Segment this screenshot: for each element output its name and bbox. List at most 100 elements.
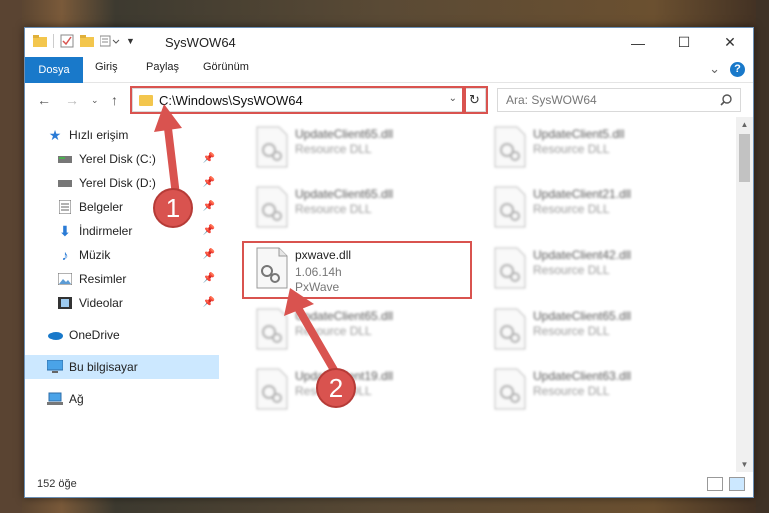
sidebar-item-this-pc[interactable]: Bu bilgisayar	[25, 355, 219, 379]
drive-icon	[57, 151, 73, 167]
search-placeholder: Ara: SysWOW64	[506, 93, 597, 107]
pin-icon[interactable]: 📌	[203, 273, 215, 284]
tab-view[interactable]: Görünüm	[203, 61, 249, 73]
sidebar-item-videos[interactable]: Videolar 📌	[25, 291, 219, 315]
vertical-scrollbar[interactable]: ▲ ▼	[736, 117, 753, 472]
large-icons-view-icon[interactable]	[729, 477, 745, 491]
file-name: UpdateClient65.dll	[295, 127, 394, 141]
item-count: 152 öğe	[37, 478, 77, 490]
pin-icon[interactable]: 📌	[203, 297, 215, 308]
file-description: Resource DLL	[533, 384, 610, 398]
sidebar-item-label: İndirmeler	[79, 224, 133, 238]
background-tree	[0, 0, 22, 513]
up-arrow-icon[interactable]: ↑	[111, 92, 118, 108]
title-bar: ▼ SysWOW64 — ☐ ✕	[25, 28, 753, 57]
ribbon-right: ⌄ ?	[709, 61, 745, 77]
dll-file-icon	[494, 308, 526, 350]
sidebar-item-music[interactable]: ♪ Müzik 📌	[25, 243, 219, 267]
dll-file-icon	[494, 368, 526, 410]
dll-file-icon	[256, 126, 288, 168]
file-item[interactable]: UpdateClient21.dll Resource DLL	[487, 182, 717, 234]
window-title: SysWOW64	[165, 35, 236, 50]
file-description: Resource DLL	[533, 202, 610, 216]
file-name: UpdateClient65.dll	[533, 309, 632, 323]
sidebar-item-label: Resimler	[79, 272, 127, 286]
sidebar-item-label: Ağ	[69, 392, 84, 406]
tab-share[interactable]: Paylaş	[146, 61, 179, 73]
scroll-thumb[interactable]	[739, 134, 750, 182]
documents-icon	[57, 199, 73, 215]
explorer-window: ▼ SysWOW64 — ☐ ✕ Dosya Giriş Paylaş Görü…	[24, 27, 754, 498]
scroll-up-icon[interactable]: ▲	[736, 117, 753, 132]
file-name: UpdateClient63.dll	[533, 369, 632, 383]
details-view-icon[interactable]	[707, 477, 723, 491]
quick-access-toolbar: ▼	[33, 34, 135, 48]
tab-file[interactable]: Dosya	[25, 57, 83, 83]
close-button[interactable]: ✕	[707, 28, 753, 57]
file-item[interactable]: UpdateClient65.dll Resource DLL	[487, 304, 717, 356]
file-description: Resource DLL	[533, 142, 610, 156]
dll-file-icon	[256, 186, 288, 228]
file-description: Resource DLL	[295, 202, 372, 216]
sidebar-item-label: Bu bilgisayar	[69, 360, 138, 374]
forward-arrow-icon[interactable]: →	[65, 92, 79, 108]
window-controls: — ☐ ✕	[615, 28, 753, 57]
background-tree	[756, 0, 769, 513]
expand-ribbon-icon[interactable]: ⌄	[709, 61, 720, 77]
sidebar-item-label: Müzik	[79, 248, 111, 262]
view-options-icon[interactable]	[100, 35, 120, 47]
callout-number-2: 2	[316, 368, 356, 408]
file-description: Resource DLL	[533, 263, 610, 277]
star-icon: ★	[48, 126, 62, 143]
minimize-button[interactable]: —	[615, 28, 661, 57]
new-folder-icon[interactable]	[80, 35, 94, 47]
sidebar-item-label: Belgeler	[79, 200, 124, 214]
file-name: UpdateClient42.dll	[533, 248, 632, 262]
pictures-icon	[57, 271, 73, 287]
properties-icon[interactable]	[60, 34, 74, 48]
main-area: ★ Hızlı erişim Yerel Disk (C:) 📌 Yerel D…	[25, 117, 753, 472]
back-arrow-icon[interactable]: ←	[37, 92, 51, 108]
file-description: Resource DLL	[295, 142, 372, 156]
file-item[interactable]: UpdateClient5.dll Resource DLL	[487, 122, 717, 174]
address-row: ← → ⌄ ↑ C:\Windows\SysWOW64 ⌄ ↻ Ara: Sys…	[25, 83, 753, 117]
sidebar-item-pictures[interactable]: Resimler 📌	[25, 267, 219, 291]
maximize-button[interactable]: ☐	[661, 28, 707, 57]
dll-file-icon	[494, 186, 526, 228]
file-item[interactable]: UpdateClient65.dll Resource DLL	[249, 182, 479, 234]
drive-icon	[57, 175, 73, 191]
recent-dropdown-icon[interactable]: ⌄	[91, 95, 99, 106]
sidebar-item-network[interactable]: Ağ	[25, 387, 219, 411]
file-name: UpdateClient5.dll	[533, 127, 625, 141]
file-item[interactable]: UpdateClient42.dll Resource DLL	[487, 243, 717, 295]
video-icon	[57, 295, 73, 311]
sidebar-item-label: OneDrive	[69, 328, 120, 342]
file-description: Resource DLL	[533, 324, 610, 338]
cloud-icon	[47, 327, 63, 343]
sidebar-item-label: Videolar	[79, 296, 123, 310]
file-name: UpdateClient21.dll	[533, 187, 632, 201]
network-icon	[47, 391, 63, 407]
view-buttons	[707, 477, 745, 491]
callout-number-1: 1	[153, 188, 193, 228]
dll-file-icon	[494, 247, 526, 289]
file-highlight-box	[242, 241, 472, 299]
sidebar-item-label: Hızlı erişim	[69, 128, 129, 142]
dll-file-icon	[494, 126, 526, 168]
computer-icon	[47, 359, 63, 375]
search-icon[interactable]	[720, 94, 732, 106]
ribbon-tabs: Dosya Giriş Paylaş Görünüm ⌄ ?	[25, 57, 753, 83]
file-item[interactable]: UpdateClient63.dll Resource DLL	[487, 364, 717, 416]
search-input[interactable]: Ara: SysWOW64	[497, 88, 741, 112]
download-icon: ⬇	[59, 222, 71, 239]
pin-icon[interactable]: 📌	[203, 249, 215, 260]
sidebar-item-onedrive[interactable]: OneDrive	[25, 323, 219, 347]
help-icon[interactable]: ?	[730, 61, 745, 77]
music-icon: ♪	[61, 247, 69, 263]
status-bar: 152 öğe	[25, 471, 753, 497]
file-item[interactable]: UpdateClient65.dll Resource DLL	[249, 122, 479, 174]
customize-dropdown-icon[interactable]: ▼	[126, 36, 135, 46]
refresh-highlight-box	[464, 86, 488, 114]
tab-home[interactable]: Giriş	[95, 61, 118, 73]
scroll-down-icon[interactable]: ▼	[736, 457, 753, 472]
